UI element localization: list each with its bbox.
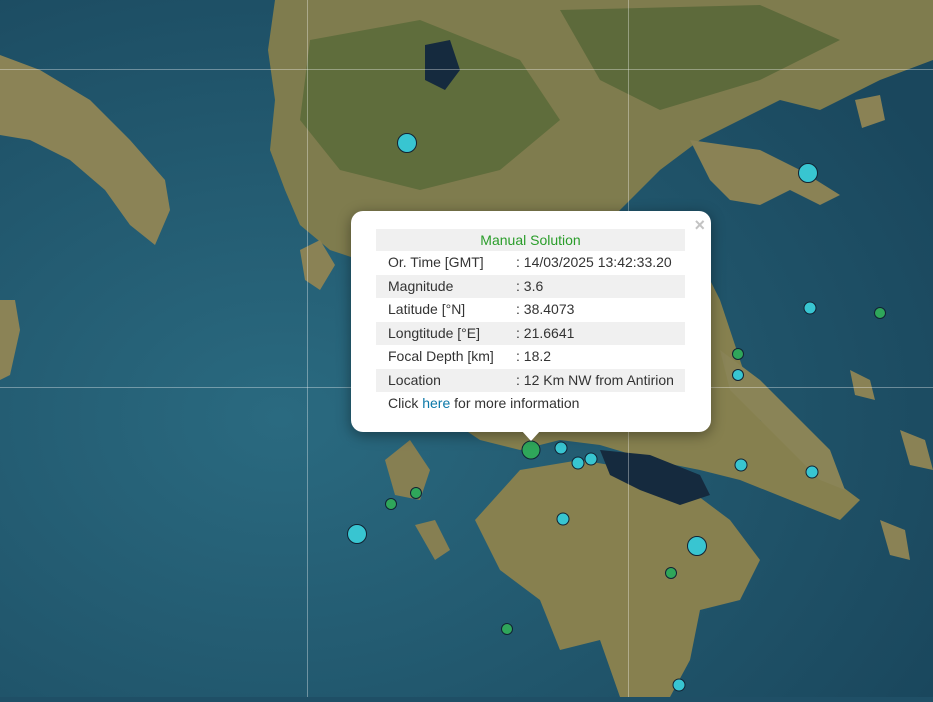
close-icon[interactable]: × <box>694 215 705 235</box>
info-label: Or. Time [GMT] <box>388 254 484 270</box>
info-value: : 3.6 <box>516 277 544 294</box>
graticule-vertical-1 <box>307 0 308 697</box>
more-info-link[interactable]: here <box>422 395 450 411</box>
more-info-suffix: for more information <box>450 395 580 411</box>
quake-marker[interactable] <box>554 441 568 455</box>
info-label: Longtitude [°E] <box>388 324 480 341</box>
popup-title: Manual Solution <box>376 229 685 251</box>
quake-marker[interactable] <box>687 536 707 556</box>
popup-tip <box>521 430 541 441</box>
more-info-prefix: Click <box>388 395 423 411</box>
info-row: Location : 12 Km NW from Antirion <box>376 368 685 392</box>
quake-marker[interactable] <box>732 348 744 360</box>
more-info-line: Click here for more information <box>376 392 685 415</box>
quake-marker[interactable] <box>501 623 513 635</box>
quake-marker[interactable] <box>732 369 744 381</box>
graticule-horizontal-1 <box>0 69 933 70</box>
info-row: Longtitude [°E] : 21.6641 <box>376 321 685 345</box>
quake-marker[interactable] <box>803 301 817 315</box>
quake-marker[interactable] <box>556 512 570 526</box>
info-value: : 18.2 <box>516 348 552 364</box>
quake-marker[interactable] <box>665 567 677 579</box>
quake-marker[interactable] <box>672 678 686 692</box>
info-value: : 12 Km NW from Antirion <box>516 371 674 388</box>
info-value: : 38.4073 <box>516 301 575 317</box>
info-label: Magnitude <box>388 277 454 294</box>
info-row: Latitude [°N] : 38.4073 <box>376 298 685 322</box>
quake-marker[interactable] <box>584 452 598 466</box>
quake-marker[interactable] <box>734 458 748 472</box>
quake-marker[interactable] <box>385 498 397 510</box>
earthquake-info-popup: × Manual Solution Or. Time [GMT] : 14/03… <box>351 211 711 432</box>
info-label: Location <box>388 371 441 388</box>
quake-marker[interactable] <box>571 456 585 470</box>
info-value: : 21.6641 <box>516 324 575 341</box>
quake-marker[interactable] <box>397 133 417 153</box>
info-label: Focal Depth [km] <box>388 348 494 364</box>
info-table: Manual Solution Or. Time [GMT] : 14/03/2… <box>376 229 685 415</box>
info-row: Or. Time [GMT] : 14/03/2025 13:42:33.20 <box>376 251 685 275</box>
info-row: Focal Depth [km] : 18.2 <box>376 345 685 369</box>
quake-marker-selected[interactable] <box>521 440 541 460</box>
quake-marker[interactable] <box>410 487 422 499</box>
info-value: : 14/03/2025 13:42:33.20 <box>516 254 672 270</box>
info-row: Magnitude : 3.6 <box>376 274 685 298</box>
quake-marker[interactable] <box>347 524 367 544</box>
quake-marker[interactable] <box>874 307 886 319</box>
info-label: Latitude [°N] <box>388 301 466 317</box>
quake-marker[interactable] <box>798 163 818 183</box>
quake-marker[interactable] <box>805 465 819 479</box>
